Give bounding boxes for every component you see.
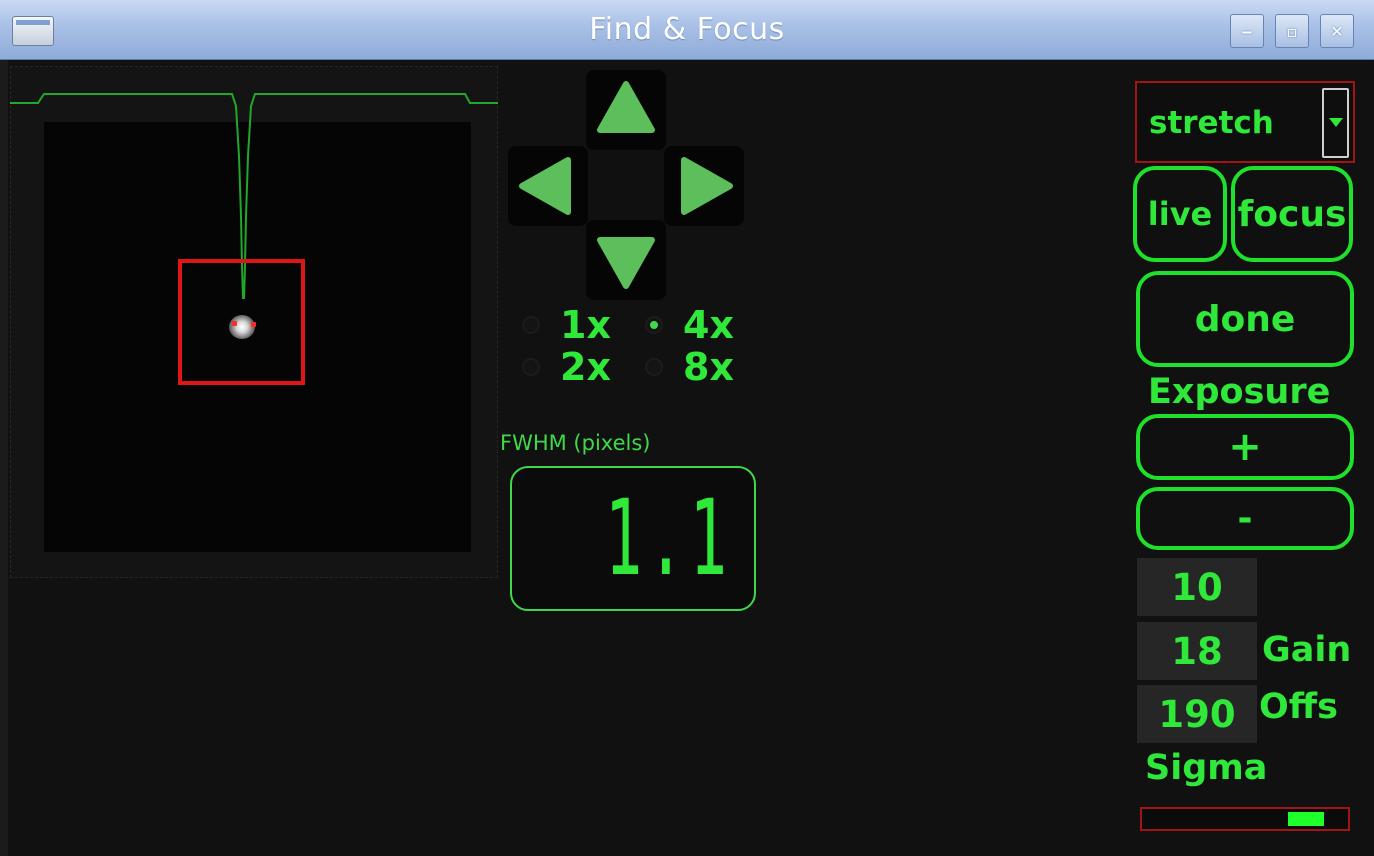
radio-8x[interactable]	[645, 358, 663, 376]
star-marker-left	[232, 321, 237, 326]
move-down-button[interactable]	[586, 220, 666, 300]
arrow-down-icon	[597, 237, 655, 289]
stretch-dropdown[interactable]: stretch	[1135, 81, 1355, 163]
window-frame	[0, 60, 8, 856]
radio-2x[interactable]	[522, 358, 540, 376]
window-title: Find & Focus	[589, 12, 785, 47]
exposure-increase-button[interactable]: +	[1136, 414, 1354, 480]
zoom-option-2x[interactable]: 2x	[522, 348, 611, 386]
stretch-selected-value: stretch	[1149, 105, 1274, 141]
dpad-center	[586, 150, 666, 224]
zoom-label-2x: 2x	[560, 345, 611, 389]
title-bar: Find & Focus ‒ ▫ ✕	[0, 0, 1374, 60]
arrow-right-icon	[681, 157, 733, 215]
sigma-label: Sigma	[1145, 748, 1268, 788]
offset-field[interactable]: 190	[1137, 685, 1257, 743]
exposure-label: Exposure	[1148, 372, 1331, 412]
minimize-button[interactable]: ‒	[1230, 14, 1264, 48]
chevron-down-icon	[1328, 118, 1343, 127]
live-button[interactable]: live	[1133, 166, 1227, 262]
move-left-button[interactable]	[508, 146, 588, 226]
done-button[interactable]: done	[1136, 271, 1354, 367]
move-right-button[interactable]	[664, 146, 744, 226]
zoom-option-1x[interactable]: 1x	[522, 306, 611, 344]
arrow-up-icon	[597, 81, 655, 133]
close-icon: ✕	[1330, 21, 1344, 41]
sigma-slider[interactable]	[1140, 807, 1350, 831]
fwhm-display: 1.1	[510, 466, 756, 611]
zoom-option-4x[interactable]: 4x	[645, 306, 734, 344]
zoom-option-8x[interactable]: 8x	[645, 348, 734, 386]
radio-4x[interactable]	[645, 316, 663, 334]
exposure-decrease-button[interactable]: -	[1136, 487, 1354, 550]
sigma-slider-handle[interactable]	[1288, 812, 1324, 826]
gain-field[interactable]: 18	[1137, 622, 1257, 680]
arrow-left-icon	[519, 157, 571, 215]
zoom-label-1x: 1x	[560, 303, 611, 347]
close-button[interactable]: ✕	[1320, 14, 1354, 48]
zoom-label-8x: 8x	[683, 345, 734, 389]
star	[229, 315, 255, 339]
radio-1x[interactable]	[522, 316, 540, 334]
focus-button[interactable]: focus	[1231, 166, 1353, 262]
fwhm-value: 1.1	[604, 477, 732, 599]
exposure-value-field[interactable]: 10	[1137, 558, 1257, 616]
minimize-icon: ‒	[1241, 21, 1253, 41]
move-up-button[interactable]	[586, 70, 666, 150]
fwhm-label: FWHM (pixels)	[500, 431, 651, 455]
gain-label: Gain	[1262, 630, 1352, 670]
star-marker-right	[251, 322, 256, 327]
zoom-label-4x: 4x	[683, 303, 734, 347]
maximize-icon: ▫	[1286, 21, 1298, 41]
dropdown-arrow-button[interactable]	[1322, 88, 1349, 158]
maximize-button[interactable]: ▫	[1275, 14, 1309, 48]
offset-label: Offs	[1259, 687, 1338, 727]
